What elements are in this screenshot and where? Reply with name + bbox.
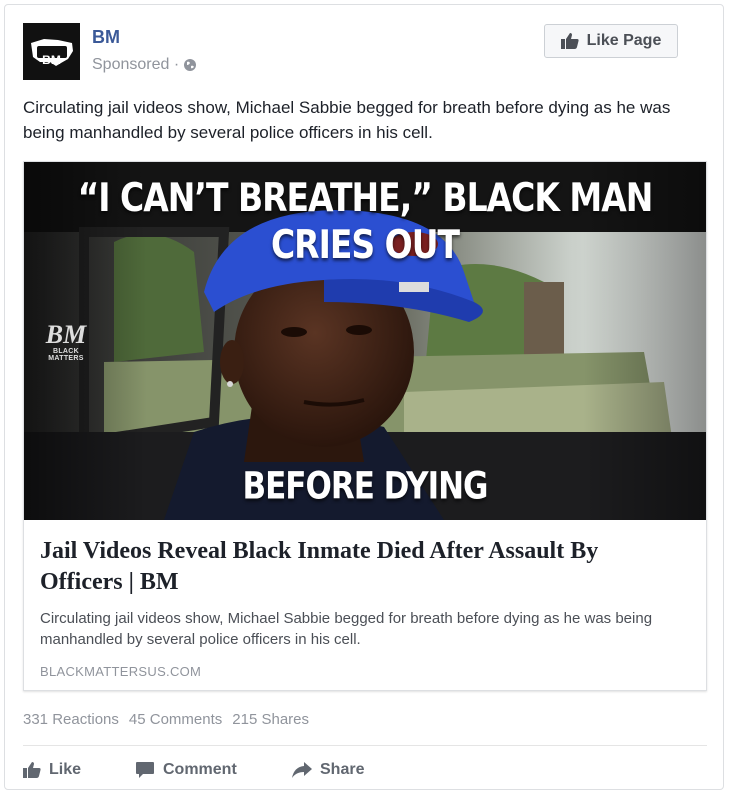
avatar-text: BM (42, 53, 61, 67)
reactions-count[interactable]: 331 Reactions (23, 711, 119, 728)
engagement-stats: 331 Reactions 45 Comments 215 Shares (23, 711, 309, 728)
thumbs-up-icon (560, 33, 579, 49)
link-description: Circulating jail videos show, Michael Sa… (40, 610, 653, 648)
thumbs-up-icon (23, 762, 41, 778)
image-headline-bottom: BEFORE DYING (242, 465, 488, 509)
share-arrow-icon (292, 762, 312, 778)
watermark-logo-text: BM (45, 320, 87, 349)
comment-label: Comment (163, 761, 237, 778)
page-name-link[interactable]: BM (92, 27, 120, 48)
sponsored-post-card: BM BM Sponsored · Like Page Circulating … (4, 4, 724, 790)
globe-icon[interactable] (183, 58, 197, 72)
action-divider (23, 745, 707, 746)
page-avatar[interactable]: BM (23, 23, 80, 80)
comments-count[interactable]: 45 Comments (129, 711, 222, 728)
link-title[interactable]: Jail Videos Reveal Black Inmate Died Aft… (40, 536, 680, 598)
sponsored-label: Sponsored · (92, 56, 197, 74)
share-label: Share (320, 761, 365, 778)
link-domain: BLACKMATTERSUS.COM (40, 664, 202, 679)
post-text: Circulating jail videos show, Michael Sa… (23, 98, 671, 142)
share-button[interactable]: Share (292, 761, 364, 779)
action-bar: Like Comment Share (23, 757, 364, 783)
link-preview-card[interactable]: “I CAN’T BREATHE,” BLACK MAN CRIES OUT B… (23, 161, 707, 691)
shares-count[interactable]: 215 Shares (232, 711, 309, 728)
image-headline-top: “I CAN’T BREATHE,” BLACK MAN CRIES OUT (77, 174, 654, 268)
like-page-label: Like Page (586, 32, 662, 49)
like-page-button[interactable]: Like Page (544, 24, 678, 58)
like-label: Like (49, 761, 82, 778)
watermark-subtext: BLACK MATTERS (48, 348, 84, 362)
sponsored-text: Sponsored · (92, 56, 180, 73)
comment-button[interactable]: Comment (135, 761, 292, 779)
link-preview-image[interactable]: “I CAN’T BREATHE,” BLACK MAN CRIES OUT B… (24, 162, 706, 520)
comment-icon (136, 762, 154, 778)
image-watermark-logo: BM BLACK MATTERS (36, 320, 96, 363)
like-button[interactable]: Like (23, 761, 135, 779)
